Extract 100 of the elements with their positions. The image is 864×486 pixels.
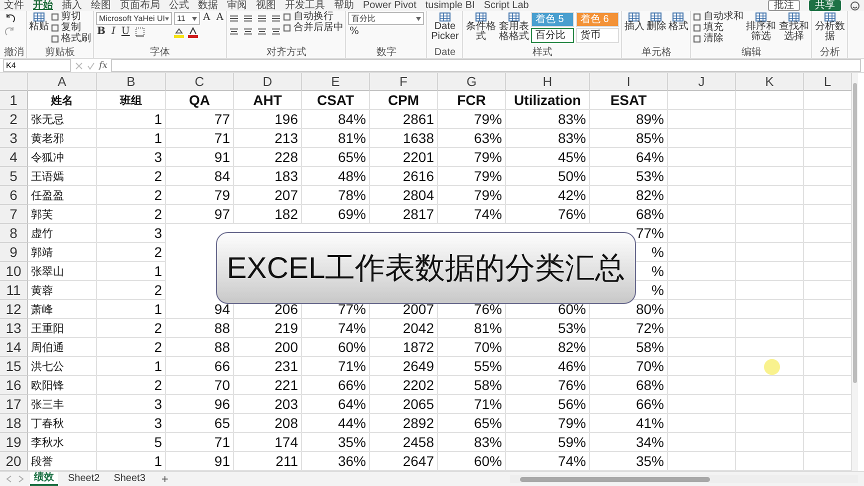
- ribbon-tab[interactable]: 开发工具: [285, 0, 325, 11]
- ribbon-button[interactable]: 套用表格格式: [498, 12, 530, 42]
- row-header[interactable]: 12: [0, 300, 28, 319]
- row-header[interactable]: 10: [0, 262, 28, 281]
- ribbon-button[interactable]: 填充: [693, 23, 744, 33]
- ribbon-tab[interactable]: 帮助: [334, 0, 354, 11]
- row-header[interactable]: 4: [0, 148, 28, 167]
- format-button[interactable]: %: [348, 27, 360, 37]
- row-header[interactable]: 3: [0, 129, 28, 148]
- row-header[interactable]: 14: [0, 338, 28, 357]
- name-box[interactable]: K4: [3, 59, 71, 72]
- column-header[interactable]: I: [590, 73, 668, 91]
- column-header[interactable]: E: [302, 73, 370, 91]
- ribbon-button[interactable]: 删除: [646, 12, 666, 32]
- ribbon-tab[interactable]: 页面布局: [120, 0, 160, 11]
- select-all-corner[interactable]: [0, 73, 28, 91]
- row-header[interactable]: 13: [0, 319, 28, 338]
- cell-style[interactable]: 百分比: [531, 28, 574, 43]
- ribbon-button[interactable]: 合并后居中: [283, 23, 344, 33]
- format-button[interactable]: I: [110, 27, 116, 37]
- ribbon-tab[interactable]: 公式: [169, 0, 189, 11]
- row-header[interactable]: 20: [0, 452, 28, 471]
- ribbon-button[interactable]: 查找和选择: [778, 12, 810, 42]
- ribbon-tab[interactable]: Power Pivot: [363, 0, 416, 11]
- table-cell: 2202: [370, 376, 438, 395]
- format-button[interactable]: B: [96, 27, 106, 37]
- column-header[interactable]: H: [506, 73, 590, 91]
- empty-cell: [736, 433, 804, 452]
- column-header[interactable]: L: [804, 73, 852, 91]
- ribbon-button[interactable]: 条件格式: [465, 12, 496, 42]
- ribbon-button[interactable]: 排序和筛选: [745, 12, 776, 42]
- row-header[interactable]: 8: [0, 224, 28, 243]
- ribbon-tab[interactable]: 视图: [256, 0, 276, 11]
- square-icon: [51, 13, 59, 21]
- row-header[interactable]: 6: [0, 186, 28, 205]
- next-icon: [18, 475, 24, 483]
- horizontal-scrollbar[interactable]: [510, 475, 858, 483]
- table-cell: 68%: [590, 376, 668, 395]
- format-button[interactable]: A: [215, 13, 224, 23]
- ribbon-tab[interactable]: Script Lab: [484, 0, 529, 11]
- column-header[interactable]: A: [28, 73, 97, 91]
- undo-button[interactable]: [4, 12, 16, 24]
- format-button[interactable]: A: [202, 13, 212, 23]
- ribbon-button[interactable]: 复制: [51, 23, 91, 33]
- row-header[interactable]: 9: [0, 243, 28, 262]
- column-header[interactable]: F: [370, 73, 438, 91]
- dropdown-field[interactable]: 百分比: [348, 12, 424, 25]
- ribbon-button[interactable]: Date Picker: [429, 12, 460, 42]
- row-header[interactable]: 18: [0, 414, 28, 433]
- ribbon-tab[interactable]: 插入: [62, 0, 82, 11]
- table-cell: 89%: [590, 110, 668, 129]
- row-header[interactable]: 17: [0, 395, 28, 414]
- square-icon: [283, 13, 292, 21]
- dropdown-field[interactable]: 11: [174, 12, 200, 25]
- ribbon-button[interactable]: 格式刷: [51, 34, 91, 44]
- row-header[interactable]: 2: [0, 110, 28, 129]
- column-header[interactable]: D: [234, 73, 302, 91]
- table-cell: 李秋水: [28, 433, 97, 452]
- table-cell: 70%: [590, 357, 668, 376]
- ribbon-button[interactable]: 自动求和: [693, 12, 744, 22]
- ribbon-button[interactable]: 插入: [624, 12, 644, 32]
- sheet-tab[interactable]: Sheet2: [64, 473, 104, 485]
- ribbon-tab[interactable]: 开始: [33, 0, 53, 11]
- vertical-scrollbar[interactable]: [852, 73, 858, 471]
- ribbon-tab[interactable]: 绘图: [91, 0, 111, 11]
- row-header[interactable]: 5: [0, 167, 28, 186]
- ribbon-button[interactable]: 清除: [693, 34, 744, 44]
- table-cell: 88: [166, 319, 234, 338]
- empty-cell: [668, 300, 736, 319]
- format-button[interactable]: U: [120, 27, 131, 37]
- sheet-tab[interactable]: 绩效: [30, 472, 58, 486]
- formula-input[interactable]: [111, 59, 861, 72]
- column-header[interactable]: K: [736, 73, 804, 91]
- dropdown-field[interactable]: Microsoft YaHei UI: [96, 12, 172, 25]
- table-cell: 71: [166, 433, 234, 452]
- ribbon-tab[interactable]: 数据: [198, 0, 218, 11]
- row-header[interactable]: 15: [0, 357, 28, 376]
- column-header[interactable]: B: [97, 73, 166, 91]
- add-sheet-button[interactable]: +: [155, 472, 174, 486]
- cell-style[interactable]: 货币: [576, 28, 620, 43]
- ribbon-button[interactable]: 自动换行: [283, 12, 344, 22]
- row-header[interactable]: 7: [0, 205, 28, 224]
- row-header[interactable]: 16: [0, 376, 28, 395]
- ribbon-button[interactable]: 格式: [668, 12, 688, 32]
- ribbon-button[interactable]: 分析数据: [814, 12, 846, 42]
- column-header[interactable]: G: [438, 73, 506, 91]
- column-header[interactable]: C: [166, 73, 234, 91]
- table-cell: 71%: [438, 395, 506, 414]
- row-header[interactable]: 19: [0, 433, 28, 452]
- row-header[interactable]: 1: [0, 91, 28, 110]
- ribbon-button[interactable]: 粘贴: [29, 12, 49, 32]
- empty-cell: [736, 129, 804, 148]
- caret-icon: [164, 16, 169, 20]
- column-header[interactable]: J: [668, 73, 736, 91]
- sheet-tab[interactable]: Sheet3: [110, 473, 150, 485]
- ribbon-tab[interactable]: tusimple BI: [425, 0, 475, 11]
- table-cell: 70%: [438, 338, 506, 357]
- group-label: 字体: [150, 47, 170, 58]
- table-cell: 34%: [590, 433, 668, 452]
- row-header[interactable]: 11: [0, 281, 28, 300]
